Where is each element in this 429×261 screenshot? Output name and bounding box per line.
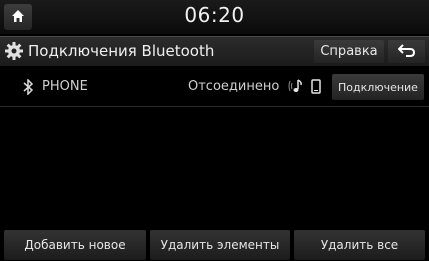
status-bar: 06:20 bbox=[0, 0, 429, 34]
bluetooth-icon bbox=[22, 78, 34, 96]
back-button[interactable] bbox=[388, 40, 425, 63]
back-arrow-icon bbox=[397, 42, 416, 61]
connection-status: Отсоединено bbox=[188, 79, 280, 94]
title-bar: Подключения Bluetooth Справка bbox=[0, 36, 429, 66]
clock: 06:20 bbox=[184, 3, 245, 27]
delete-all-button[interactable]: Удалить все bbox=[294, 230, 425, 260]
delete-items-button[interactable]: Удалить элементы bbox=[150, 230, 290, 260]
gear-icon bbox=[4, 41, 24, 61]
help-button[interactable]: Справка bbox=[314, 40, 384, 63]
bluetooth-audio-icon bbox=[288, 78, 304, 94]
connect-button[interactable]: Подключение bbox=[332, 74, 424, 100]
add-new-button[interactable]: Добавить новое bbox=[4, 230, 146, 260]
page-title: Подключения Bluetooth bbox=[28, 42, 215, 60]
phone-icon bbox=[311, 79, 321, 94]
bottom-bar: Добавить новое Удалить элементы Удалить … bbox=[0, 228, 429, 261]
device-name: PHONE bbox=[42, 79, 88, 94]
device-row[interactable]: PHONE Отсоединено Подключение bbox=[0, 68, 429, 107]
